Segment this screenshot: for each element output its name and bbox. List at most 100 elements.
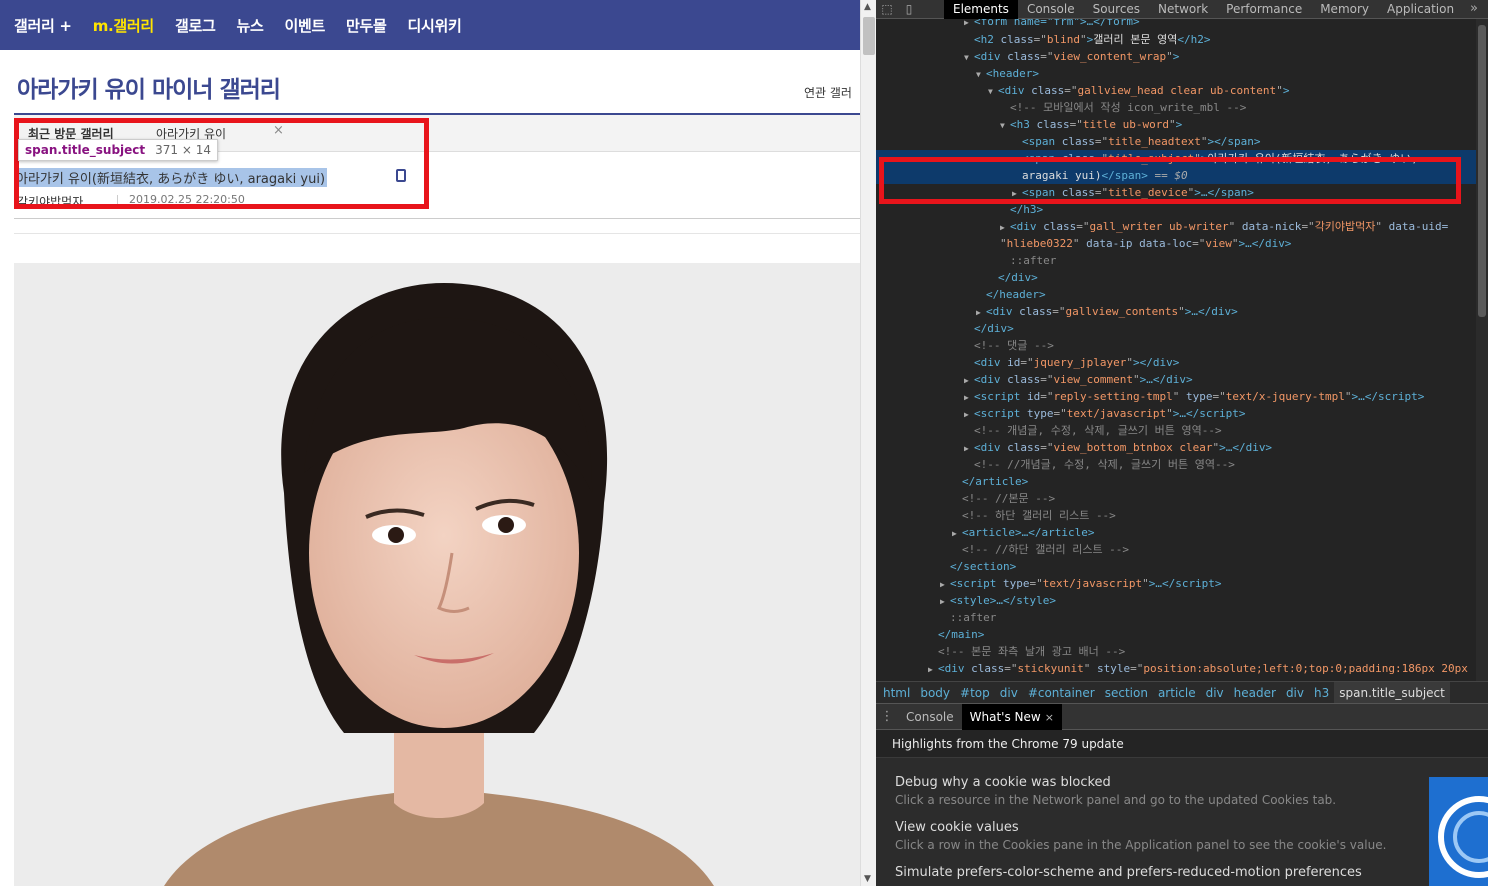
post-date: 2019.02.25 22:20:50	[129, 193, 245, 206]
close-icon[interactable]: ×	[1045, 711, 1054, 724]
tab-elements[interactable]: Elements	[944, 0, 1018, 19]
tooltip-selector: span.title_subject	[25, 143, 146, 157]
chrome-graphic-icon	[1429, 777, 1488, 886]
device-toolbar-icon[interactable]: ▯	[898, 0, 920, 19]
dom-comment-buttons-end[interactable]: <!-- //개념글, 수정, 삭제, 글쓰기 버튼 영역-->	[876, 456, 1476, 473]
page-scroll-thumb[interactable]	[863, 17, 875, 55]
dom-scroll-thumb[interactable]	[1478, 25, 1486, 317]
whats-new-body: Debug why a cookie was blocked Click a r…	[876, 758, 1488, 886]
dom-node-div-close-2[interactable]: </div>	[876, 320, 1476, 337]
dom-node-header[interactable]: ▼ <header>	[876, 65, 1476, 82]
dom-comment-ad[interactable]: <!-- 본문 좌측 날개 광고 배너 -->	[876, 643, 1476, 660]
dom-node-article-close[interactable]: </article>	[876, 473, 1476, 490]
dom-node-view-content-wrap[interactable]: ▼ <div class="view_content_wrap">	[876, 48, 1476, 65]
dom-node-title-device[interactable]: ▶ <span class="title_device">…</span>	[876, 184, 1476, 201]
nav-item-news[interactable]: 뉴스	[236, 15, 263, 36]
dom-node-gall-writer-cont[interactable]: "hliebe0322" data-ip data-loc="view">…</…	[876, 235, 1476, 252]
dom-node-script-js-2[interactable]: ▶ <script type="text/javascript">…</scrip…	[876, 575, 1476, 592]
dom-scrollbar[interactable]	[1476, 19, 1488, 681]
dom-node-form[interactable]: ▶ <form name="frm">…</form>	[876, 19, 1476, 30]
dom-comment-reply[interactable]: <!-- 댓글 -->	[876, 337, 1476, 354]
whats-new-item-desc: Click a resource in the Network panel an…	[895, 793, 1337, 807]
nav-item-dcwiki[interactable]: 디시위키	[408, 15, 462, 36]
dom-node-main-close[interactable]: </main>	[876, 626, 1476, 643]
post-photo	[14, 263, 860, 886]
page-scrollbar[interactable]: ▲ ▼	[860, 0, 876, 886]
nav-item-mandu-mall[interactable]: 만두몰	[346, 15, 387, 36]
scroll-up-icon[interactable]: ▲	[864, 2, 871, 12]
dom-node-style[interactable]: ▶ <style>…</style>	[876, 592, 1476, 609]
crumb-header[interactable]: header	[1229, 682, 1281, 704]
dom-pseudo-after[interactable]: ::after	[876, 252, 1476, 269]
crumb-h3[interactable]: h3	[1309, 682, 1334, 704]
crumb-div-3[interactable]: div	[1281, 682, 1309, 704]
dom-node-header-close[interactable]: </header>	[876, 286, 1476, 303]
crumb-container[interactable]: #container	[1023, 682, 1100, 704]
whats-new-item-desc: Click a row in the Cookies pane in the A…	[895, 838, 1387, 852]
crumb-body[interactable]: body	[915, 682, 955, 704]
inspect-element-icon[interactable]: ⬚	[876, 0, 898, 19]
dom-node-article[interactable]: ▶ <article>…</article>	[876, 524, 1476, 541]
dom-node-jplayer[interactable]: <div id="jquery_jplayer"></div>	[876, 354, 1476, 371]
dom-comment-body-end[interactable]: <!-- //본문 -->	[876, 490, 1476, 507]
crumb-section[interactable]: section	[1100, 682, 1153, 704]
whats-new-item[interactable]: Simulate prefers-color-scheme and prefer…	[895, 865, 1362, 880]
tab-sources[interactable]: Sources	[1084, 0, 1149, 19]
post-writer[interactable]: 각키야밥먹자	[17, 193, 83, 210]
nav-item-gallog[interactable]: 갤로그	[175, 15, 216, 36]
dom-node-script-js[interactable]: ▶ <script type="text/javascript">…</scrip…	[876, 405, 1476, 422]
crumb-div[interactable]: div	[995, 682, 1023, 704]
breadcrumb: html body #top div #container section ar…	[876, 681, 1488, 704]
gallery-title[interactable]: 아라가키 유이 마이너 갤러리	[17, 70, 281, 104]
whats-new-item[interactable]: View cookie values Click a row in the Co…	[895, 820, 1386, 852]
crumb-top[interactable]: #top	[955, 682, 995, 704]
crumb-article[interactable]: article	[1153, 682, 1201, 704]
dom-node-div-close[interactable]: </div>	[876, 269, 1476, 286]
drawer-tab-whats-new[interactable]: What's New ×	[961, 703, 1062, 730]
dom-comment-mobile[interactable]: <!-- 모바일에서 작성 icon_write_mbl -->	[876, 99, 1476, 116]
dom-node-stickyunit[interactable]: ▶ <div class="stickyunit" style="position…	[876, 660, 1476, 677]
content-divider	[14, 233, 860, 234]
tab-application[interactable]: Application	[1378, 0, 1463, 19]
dom-node-gallview-head[interactable]: ▼ <div class="gallview_head clear ub-cont…	[876, 82, 1476, 99]
tab-performance[interactable]: Performance	[1217, 0, 1311, 19]
drawer-tab-console[interactable]: Console	[898, 704, 962, 730]
dom-comment-list-end[interactable]: <!-- //하단 갤러리 리스트 -->	[876, 541, 1476, 558]
portrait-image	[14, 263, 860, 886]
meta-divider	[117, 195, 118, 205]
more-tabs-icon[interactable]: »	[1470, 1, 1478, 16]
dom-node-gall-writer[interactable]: ▶ <div class="gall_writer ub-writer" data…	[876, 218, 1476, 235]
crumb-div-2[interactable]: div	[1201, 682, 1229, 704]
nav-item-event[interactable]: 이벤트	[284, 15, 325, 36]
devtools-tab-bar: ⬚ ▯ Elements Console Sources Network Per…	[876, 0, 1488, 19]
tab-network[interactable]: Network	[1149, 0, 1217, 19]
whats-new-item[interactable]: Debug why a cookie was blocked Click a r…	[895, 775, 1336, 807]
tab-memory[interactable]: Memory	[1311, 0, 1378, 19]
inspect-tooltip: span.title_subject 371 × 14	[18, 139, 219, 161]
dom-node-h3[interactable]: ▼ <h3 class="title ub-word">	[876, 116, 1476, 133]
related-gallery-link[interactable]: 연관 갤러	[804, 84, 852, 101]
drawer-menu-icon[interactable]: ⋮	[876, 709, 898, 724]
dom-node-view-comment[interactable]: ▶ <div class="view_comment">…</div>	[876, 371, 1476, 388]
dom-node-section-close[interactable]: </section>	[876, 558, 1476, 575]
nav-item-m-gallery[interactable]: m.갤러리	[93, 15, 155, 36]
dom-node-gallview-contents[interactable]: ▶ <div class="gallview_contents">…</div>	[876, 303, 1476, 320]
crumb-html[interactable]: html	[878, 682, 915, 704]
dom-node-h2[interactable]: <h2 class="blind">갤러리 본문 영역</h2>	[876, 31, 1476, 48]
close-icon[interactable]: ×	[273, 123, 284, 138]
dom-comment-list[interactable]: <!-- 하단 갤러리 리스트 -->	[876, 507, 1476, 524]
scroll-down-icon[interactable]: ▼	[864, 874, 871, 884]
dom-comment-buttons[interactable]: <!-- 개념글, 수정, 삭제, 글쓰기 버튼 영역-->	[876, 422, 1476, 439]
tab-console[interactable]: Console	[1018, 0, 1084, 19]
dom-pseudo-after-2[interactable]: ::after	[876, 609, 1476, 626]
nav-item-gallery[interactable]: 갤러리 +	[14, 15, 72, 36]
dom-node-title-headtext[interactable]: <span class="title_headtext"></span>	[876, 133, 1476, 150]
dom-node-h3-close[interactable]: </h3>	[876, 201, 1476, 218]
dom-node-script-tmpl[interactable]: ▶ <script id="reply-setting-tmpl" type="t…	[876, 388, 1476, 405]
dom-node-title-subject[interactable]: <span class="title_subject">아라가키 유이(新垣結衣…	[876, 150, 1476, 184]
header-divider	[14, 218, 860, 219]
dom-node-bottom-btnbox[interactable]: ▶ <div class="view_bottom_btnbox clear">……	[876, 439, 1476, 456]
crumb-title-subject[interactable]: span.title_subject	[1334, 681, 1450, 704]
whats-new-item-title: Simulate prefers-color-scheme and prefer…	[895, 865, 1362, 880]
top-navigation: 갤러리 + m.갤러리 갤로그 뉴스 이벤트 만두몰 디시위키	[0, 0, 860, 50]
